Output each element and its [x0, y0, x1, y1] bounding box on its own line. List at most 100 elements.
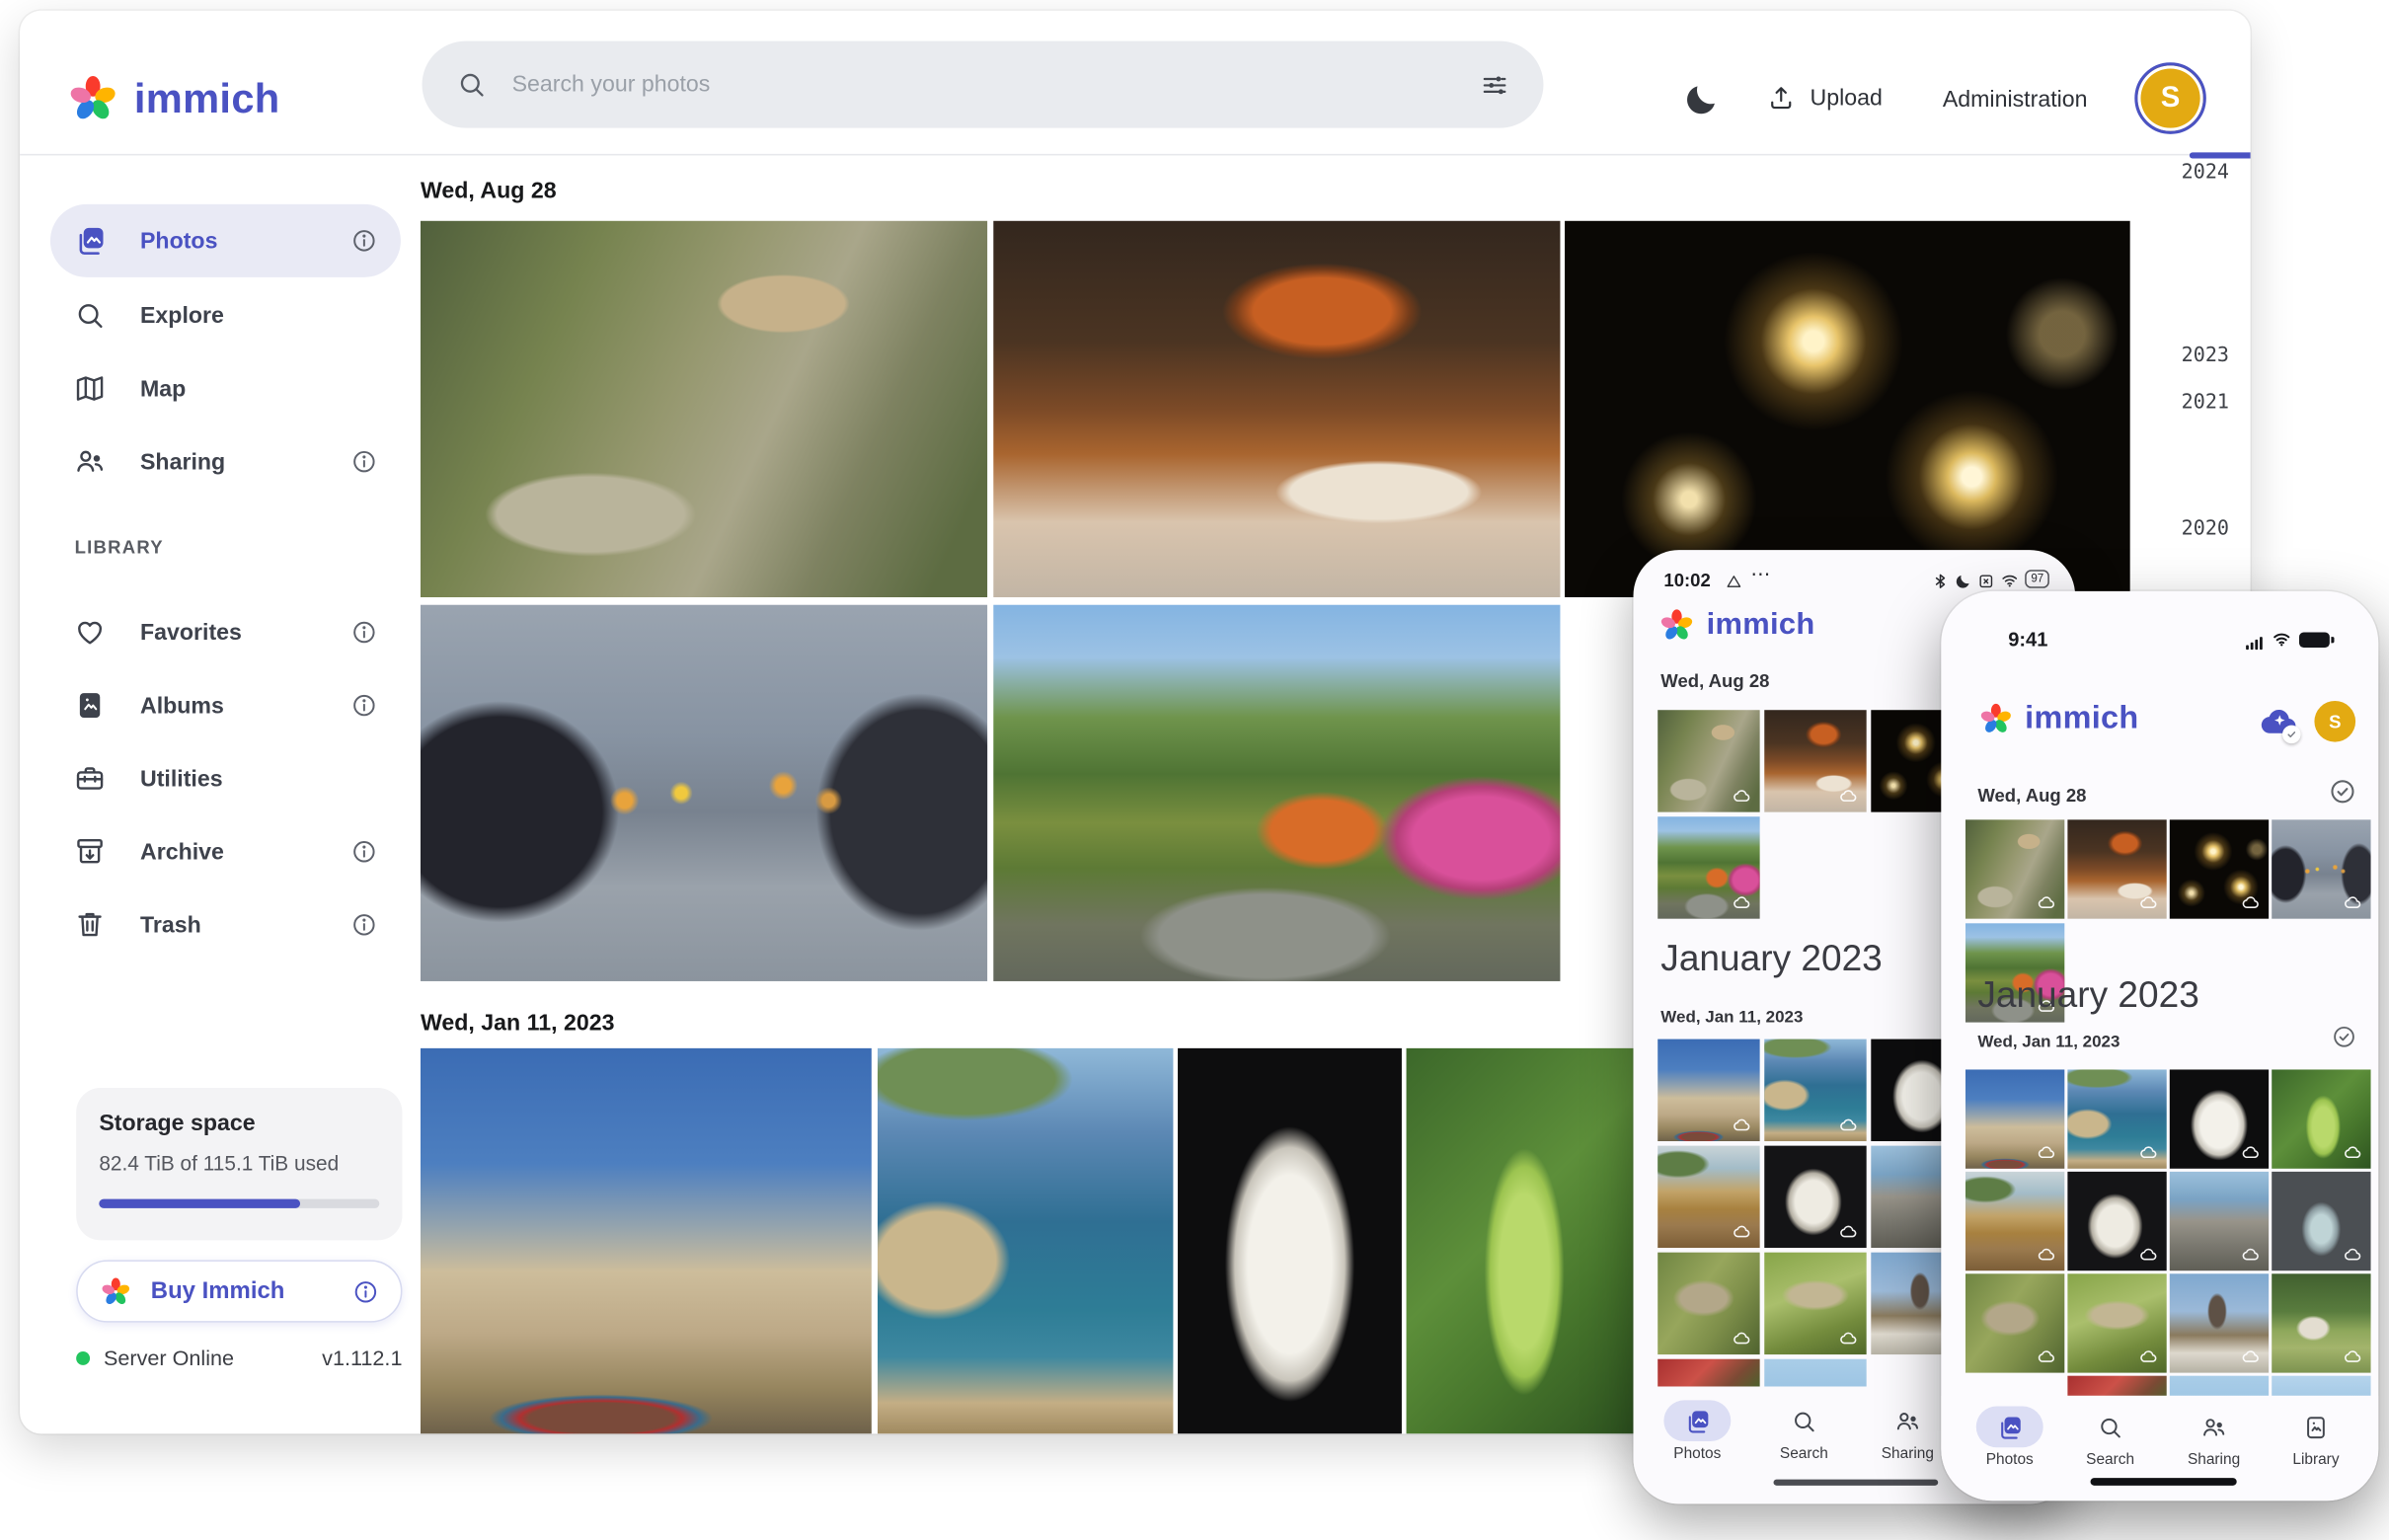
- photo-thumbnail-sculpture[interactable]: [2170, 1069, 2269, 1168]
- photo-thumbnail-white-sculpture[interactable]: [1764, 1146, 1866, 1248]
- photo-thumbnail-zoo[interactable]: [1965, 819, 2064, 918]
- sidebar-item-archive[interactable]: Archive: [50, 815, 401, 888]
- photo-thumbnail-fortress[interactable]: [1657, 1040, 1759, 1141]
- photo-thumbnail-hands[interactable]: [2272, 819, 2370, 918]
- home-indicator[interactable]: [1774, 1480, 1939, 1486]
- info-icon[interactable]: [352, 1277, 380, 1305]
- search-icon: [73, 299, 107, 333]
- photo-thumbnail-zoo[interactable]: [1657, 710, 1759, 811]
- info-icon[interactable]: [350, 227, 378, 255]
- storage-space-card: Storage space 82.4 TiB of 115.1 TiB used: [76, 1088, 402, 1240]
- photo-thumbnail-coast[interactable]: [2067, 1069, 2166, 1168]
- photo-thumbnail-autumn-road[interactable]: [993, 605, 1560, 981]
- nav-item-photos[interactable]: Photos: [1652, 1400, 1743, 1462]
- photo-thumbnail-ruin[interactable]: [2170, 1172, 2269, 1270]
- photo-thumbnail-farmhouse[interactable]: [2272, 1273, 2370, 1372]
- cloud-sync-button[interactable]: [2258, 701, 2300, 751]
- info-icon[interactable]: [350, 838, 378, 866]
- month-header: January 2023: [1977, 975, 2198, 1018]
- cloud-backup-icon: [1733, 892, 1752, 912]
- sidebar-item-trash[interactable]: Trash: [50, 888, 401, 962]
- photo-thumbnail-ornament[interactable]: [2272, 1172, 2370, 1270]
- administration-link[interactable]: Administration: [1943, 87, 2088, 113]
- month-header: January 2023: [1660, 939, 1882, 981]
- archive-icon: [73, 835, 107, 869]
- server-status-label: Server Online: [104, 1346, 234, 1370]
- photo-thumbnail-church-village[interactable]: [2170, 1273, 2269, 1372]
- ios-phone-mockup: 9:41 immich S Wed, Aug 28 January 2023 W…: [1941, 591, 2378, 1501]
- photo-thumbnail-lizard[interactable]: [1657, 1253, 1759, 1354]
- photo-thumbnail-zoo[interactable]: [421, 221, 987, 597]
- buy-immich-button[interactable]: Buy Immich: [76, 1260, 402, 1322]
- user-avatar[interactable]: S: [2134, 62, 2206, 134]
- battery-nub: [2331, 637, 2334, 643]
- timeline-year[interactable]: 2021: [2159, 392, 2229, 415]
- photo-thumbnail-cliff-beach[interactable]: [1965, 1172, 2064, 1270]
- info-icon[interactable]: [350, 692, 378, 720]
- photo-thumbnail-lizard[interactable]: [2067, 1273, 2166, 1372]
- album-icon: [73, 689, 107, 723]
- photo-thumbnail-dinner[interactable]: [993, 221, 1560, 597]
- home-indicator[interactable]: [2091, 1478, 2237, 1486]
- photo-thumbnail-cliff-beach[interactable]: [1657, 1146, 1759, 1248]
- select-day-checkbox[interactable]: [2331, 1024, 2356, 1049]
- photo-thumbnail-hands[interactable]: [421, 605, 987, 981]
- date-group-header: Wed, Jan 11, 2023: [1977, 1033, 2119, 1051]
- photo-thumbnail-lizard[interactable]: [1764, 1253, 1866, 1354]
- immich-flower-icon: [1977, 701, 2014, 737]
- nav-item-library[interactable]: Library: [2271, 1407, 2362, 1469]
- sidebar-item-albums[interactable]: Albums: [50, 669, 401, 742]
- storage-title: Storage space: [99, 1111, 255, 1136]
- sidebar-item-explore[interactable]: Explore: [50, 278, 401, 351]
- photo-thumbnail-lizard[interactable]: [1965, 1273, 2064, 1372]
- timeline-year[interactable]: 2020: [2159, 518, 2229, 541]
- timeline-year[interactable]: 2024: [2159, 162, 2229, 185]
- nav-item-photos[interactable]: Photos: [1964, 1407, 2055, 1469]
- photo-thumbnail-white-sculpture[interactable]: [2067, 1172, 2166, 1270]
- app-logo[interactable]: immich: [65, 72, 279, 127]
- photo-thumbnail-sculpture[interactable]: [1178, 1048, 1402, 1433]
- info-icon[interactable]: [350, 619, 378, 647]
- nav-item-sharing[interactable]: Sharing: [1862, 1400, 1954, 1462]
- date-group-header: Wed, Aug 28: [421, 179, 557, 204]
- photo-thumbnail-coast[interactable]: [1764, 1040, 1866, 1141]
- dark-mode-toggle[interactable]: [1683, 81, 1720, 125]
- photo-thumbnail-dinner[interactable]: [2067, 819, 2166, 918]
- sync-check-badge: [2282, 726, 2301, 744]
- select-day-checkbox[interactable]: [2328, 777, 2356, 806]
- photo-thumbnail-coast[interactable]: [878, 1048, 1173, 1433]
- user-avatar[interactable]: S: [2314, 701, 2355, 742]
- toolbox-icon: [73, 762, 107, 796]
- sidebar-item-map[interactable]: Map: [50, 352, 401, 425]
- search-bar[interactable]: [423, 41, 1544, 128]
- filter-sliders-icon[interactable]: [1480, 69, 1510, 100]
- info-icon[interactable]: [350, 448, 378, 476]
- photos-icon: [73, 224, 107, 258]
- photo-thumbnail-dinner[interactable]: [1764, 710, 1866, 811]
- search-icon: [455, 68, 487, 100]
- photo-thumbnail-green-fruit[interactable]: [2272, 1069, 2370, 1168]
- sidebar-item-utilities[interactable]: Utilities: [50, 742, 401, 815]
- sidebar-item-favorites[interactable]: Favorites: [50, 595, 401, 668]
- upload-button[interactable]: Upload: [1766, 82, 1883, 113]
- nav-item-sharing[interactable]: Sharing: [2168, 1407, 2260, 1469]
- nav-item-search[interactable]: Search: [1758, 1400, 1850, 1462]
- bottom-navigation: Photos Search Sharing Library: [1941, 1396, 2378, 1501]
- immich-flower-icon: [65, 72, 120, 127]
- people-icon: [2181, 1407, 2248, 1448]
- timeline-year[interactable]: 2023: [2159, 345, 2229, 367]
- photo-thumbnail-fortress[interactable]: [421, 1048, 872, 1433]
- photo-thumbnail-fireworks[interactable]: [2170, 819, 2269, 918]
- info-icon[interactable]: [350, 911, 378, 939]
- storage-progress-track: [99, 1199, 379, 1208]
- photo-thumbnail-green-fruit[interactable]: [1407, 1048, 1634, 1433]
- date-group-header: Wed, Jan 11, 2023: [1660, 1009, 1803, 1028]
- sidebar-item-photos[interactable]: Photos: [50, 204, 401, 277]
- nav-item-search[interactable]: Search: [2064, 1407, 2156, 1469]
- search-input[interactable]: [508, 70, 1458, 99]
- photo-thumbnail-fortress[interactable]: [1965, 1069, 2064, 1168]
- photo-thumbnail-autumn-road[interactable]: [1657, 816, 1759, 918]
- photo-thumbnail-fireworks[interactable]: [1565, 221, 2130, 597]
- sidebar-item-sharing[interactable]: Sharing: [50, 425, 401, 499]
- timeline-scrubber-handle[interactable]: [2190, 152, 2251, 158]
